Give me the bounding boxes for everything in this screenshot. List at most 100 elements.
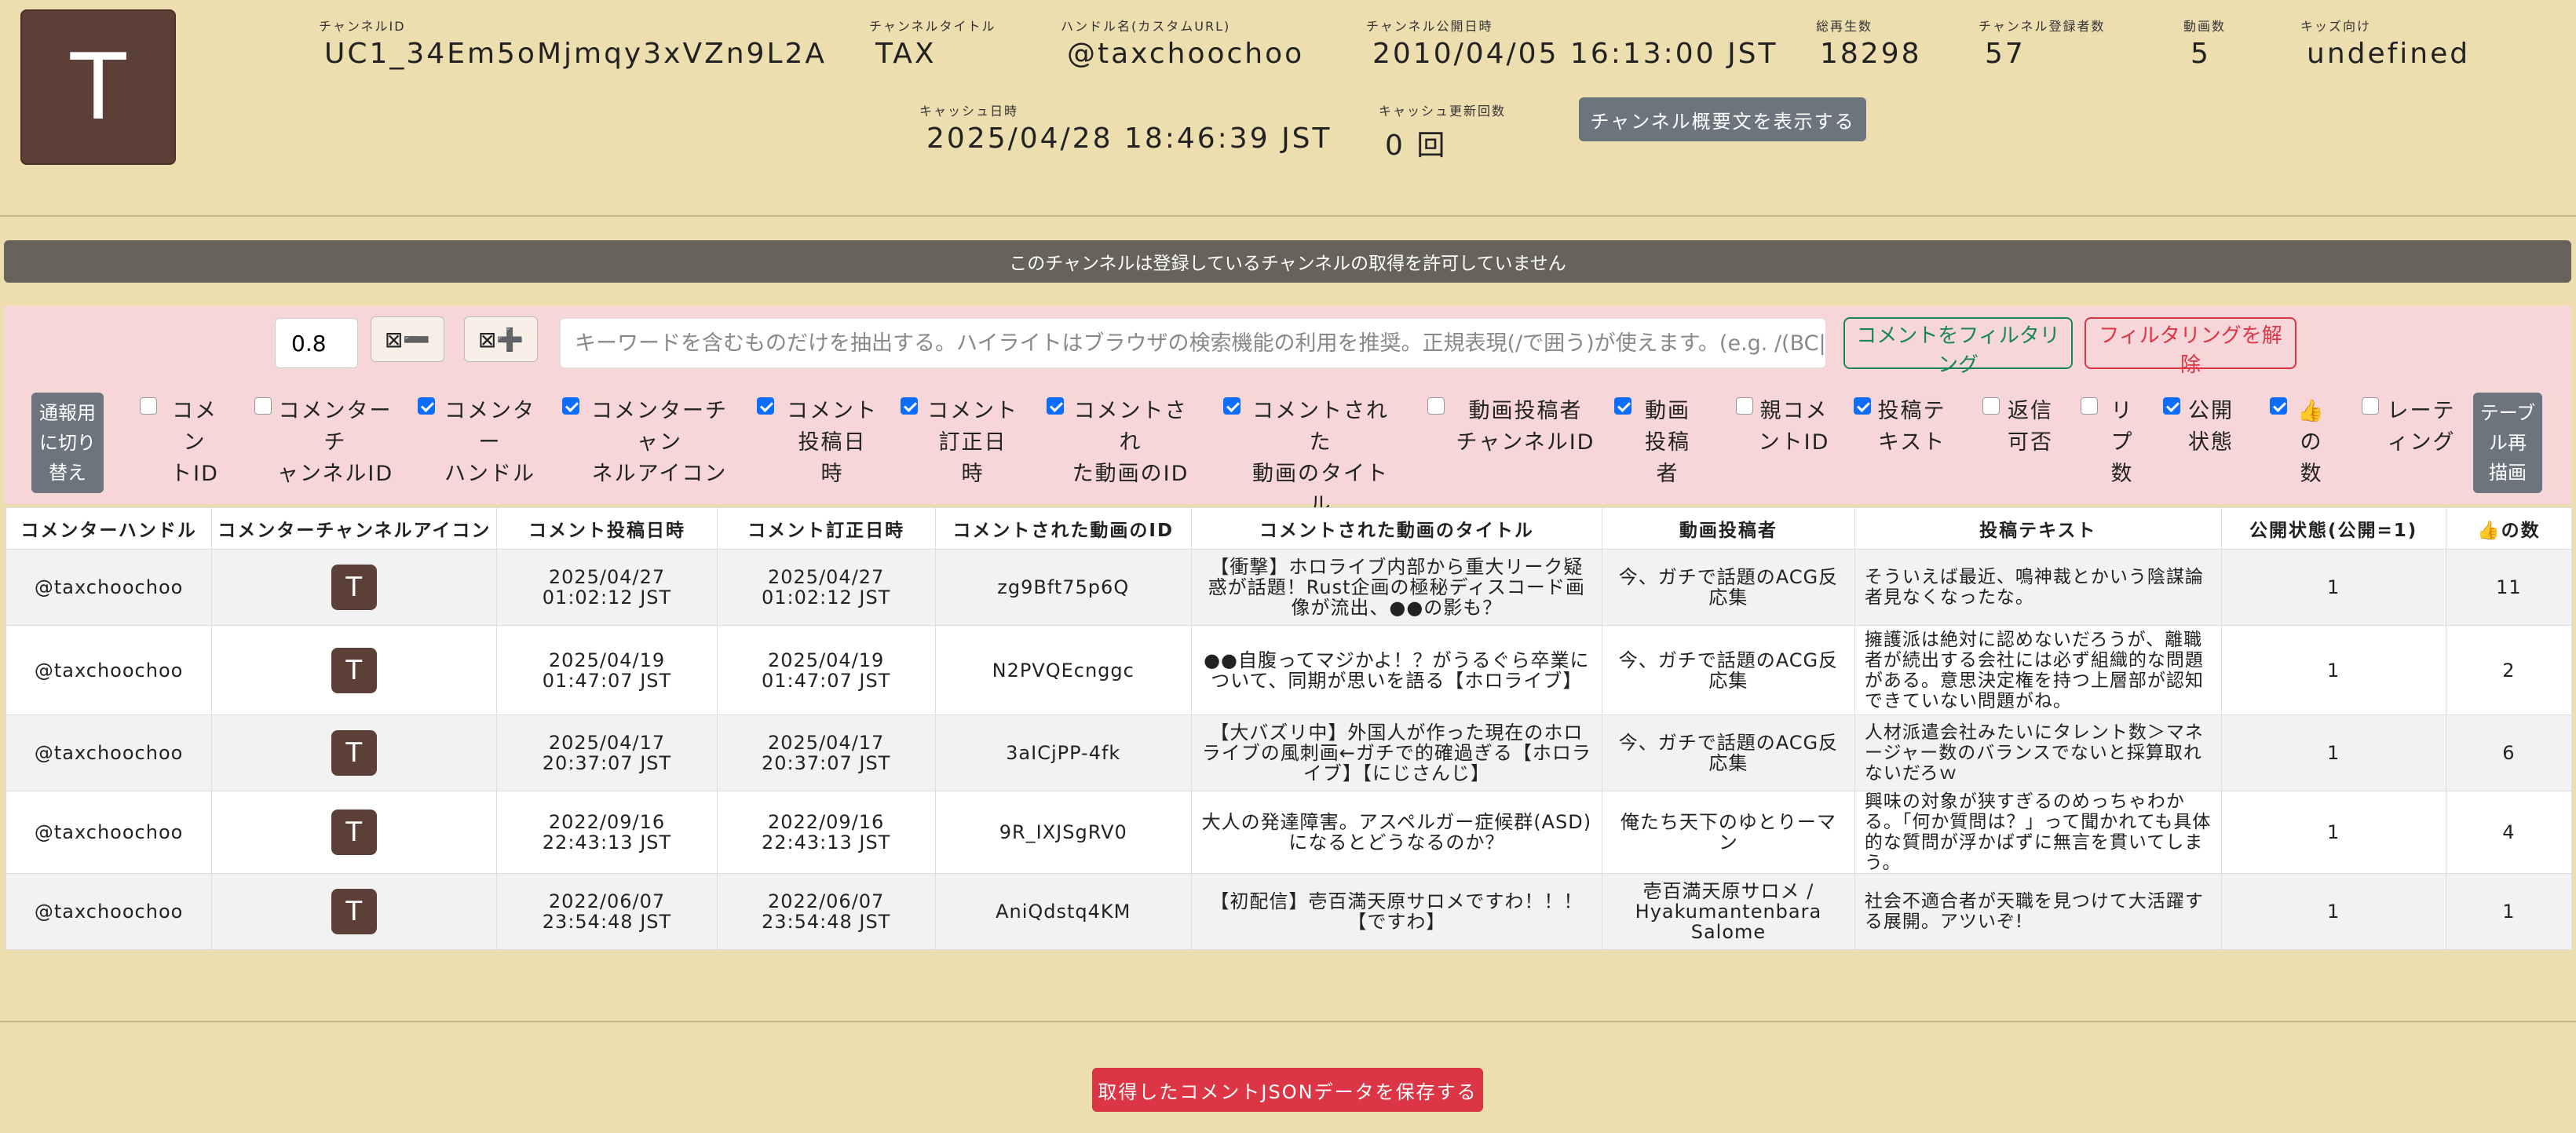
column-checkbox[interactable] (140, 397, 157, 415)
column-toggle-label: コメントされ た動画のID (1072, 399, 1189, 486)
table-header-row: コメンターハンドル コメンターチャンネルアイコン コメント投稿日時 コメント訂正日時コ… (5, 507, 2573, 550)
column-header[interactable]: コメンターチャンネルアイコン (211, 507, 498, 550)
column-header[interactable]: 動画投稿者 (1601, 507, 1855, 550)
column-checkbox[interactable] (1223, 397, 1240, 415)
posted-at-cell: 2025/04/27 01:02:12 JST (496, 549, 718, 626)
zoom-in-button[interactable]: ⊠➕ (464, 316, 538, 362)
zoom-out-button[interactable]: ⊠➖ (371, 316, 444, 362)
published-label: チャンネル公開日時 (1366, 19, 1493, 34)
commenter-handle-cell: @taxchoochoo (5, 791, 213, 874)
commenter-icon-cell: T (211, 715, 498, 791)
uploader-cell: 今、ガチで話題のACG反応集 (1601, 625, 1855, 715)
column-checkbox[interactable] (1047, 397, 1064, 415)
column-toggle-label: コメン トID (170, 399, 219, 486)
column-header[interactable]: 公開状態(公開=1) (2220, 507, 2446, 550)
posted-at-cell: 2022/09/16 22:43:13 JST (496, 791, 718, 874)
divider (0, 1021, 2576, 1022)
column-checkbox[interactable] (1736, 397, 1753, 415)
table-body: @taxchoochoo T 2025/04/27 01:02:12 JST 2025… (5, 549, 2573, 950)
keyword-filter-input[interactable] (560, 318, 1826, 368)
video-title-cell: 【大バズリ中】外国人が作った現在のホロライブの風刺画←ガチで的確過ぎる【ホロライ… (1190, 715, 1602, 791)
filter-comments-button[interactable]: コメントをフィルタリング (1843, 317, 2073, 377)
column-checkbox[interactable] (562, 397, 579, 415)
commenter-handle-cell: @taxchoochoo (5, 873, 213, 950)
cache-count-label: キャッシュ更新回数 (1379, 104, 1507, 119)
column-header[interactable]: コメントされた動画のID (934, 507, 1192, 550)
table-row: @taxchoochoo T 2022/09/16 22:43:13 JST 2022… (5, 791, 2573, 874)
cache-time-label: キャッシュ日時 (919, 104, 1019, 119)
column-checkbox[interactable] (1982, 397, 2000, 415)
column-toggle-label: リ プ 数 (2110, 399, 2134, 486)
clear-filter-button[interactable]: フィルタリングを解除 (2085, 317, 2296, 377)
save-json-button[interactable]: 取得したコメントJSONデータを保存する (1092, 1068, 1483, 1112)
channel-title-value: TAX (875, 38, 937, 70)
commenter-handle-cell: @taxchoochoo (5, 625, 213, 715)
column-checkbox[interactable] (1427, 397, 1445, 415)
column-checkbox[interactable] (757, 397, 774, 415)
column-toggle-label: 動画 投稿 者 (1645, 399, 1690, 486)
column-checkbox[interactable] (2081, 397, 2098, 415)
posted-at-cell: 2022/06/07 23:54:48 JST (496, 873, 718, 950)
video-id-cell: 9R_IXJSgRV0 (934, 791, 1192, 874)
show-description-button[interactable]: チャンネル概要文を表示する (1579, 97, 1866, 141)
table-row: @taxchoochoo T 2025/04/19 01:47:07 JST 2025… (5, 625, 2573, 715)
video-id-cell: 3aICjPP-4fk (934, 715, 1192, 791)
video-count-label: 動画数 (2183, 19, 2227, 34)
redraw-table-button[interactable]: テーブ ル再 描画 (2473, 393, 2542, 493)
posted-at-cell: 2025/04/19 01:47:07 JST (496, 625, 718, 715)
commenter-icon-cell: T (211, 791, 498, 874)
uploader-cell: 今、ガチで話題のACG反応集 (1601, 715, 1855, 791)
edited-at-cell: 2025/04/27 01:02:12 JST (716, 549, 936, 626)
column-toggle-label: 返信 可否 (2008, 399, 2053, 455)
column-header[interactable]: 投稿テキスト (1854, 507, 2222, 550)
column-toggle-label: コメントされた 動画のタイトル (1252, 399, 1389, 517)
column-checkbox[interactable] (2163, 397, 2180, 415)
video-count-value: 5 (2191, 38, 2211, 70)
column-header[interactable]: コメントされた動画のタイトル (1190, 507, 1602, 550)
column-header[interactable]: コメンターハンドル (5, 507, 213, 550)
video-title-cell: 【衝撃】ホロライブ内部から重大リーク疑惑が話題！Rust企画の極秘ディスコード画… (1190, 549, 1602, 626)
commenter-avatar: T (331, 810, 378, 855)
column-toggle-label: コメント 訂正日 時 (927, 399, 1018, 486)
channel-avatar: T (20, 9, 176, 165)
like-count-cell: 2 (2445, 625, 2573, 715)
column-checkbox[interactable] (254, 397, 272, 415)
edited-at-cell: 2025/04/17 20:37:07 JST (716, 715, 936, 791)
column-toggle-label: 公開 状態 (2188, 399, 2234, 455)
column-checkbox[interactable] (2362, 397, 2379, 415)
video-id-cell: N2PVQEcnggc (934, 625, 1192, 715)
uploader-cell: 俺たち天下のゆとりーマン (1601, 791, 1855, 874)
column-header[interactable]: コメント訂正日時 (716, 507, 936, 550)
commenter-avatar: T (331, 889, 378, 934)
report-mode-toggle-button[interactable]: 通報用 に切り 替え (31, 393, 104, 493)
edited-at-cell: 2022/09/16 22:43:13 JST (716, 791, 936, 874)
handle-label: ハンドル名(カスタムURL) (1061, 19, 1231, 34)
kids-label: キッズ向け (2300, 19, 2372, 34)
column-checkbox[interactable] (901, 397, 918, 415)
column-checkbox[interactable] (1614, 397, 1631, 415)
ratio-input[interactable] (275, 318, 358, 368)
column-checkbox[interactable] (418, 397, 435, 415)
column-toggle-label: 動画投稿者 チャンネルID (1456, 399, 1595, 455)
edited-at-cell: 2025/04/19 01:47:07 JST (716, 625, 936, 715)
kids-value: undefined (2307, 38, 2471, 70)
total-views-label: 総再生数 (1816, 19, 1873, 34)
divider (0, 215, 2576, 217)
table-row: @taxchoochoo T 2022/06/07 23:54:48 JST 2022… (5, 873, 2573, 950)
column-toggle-label: 投稿テ キスト (1877, 399, 1946, 455)
commenter-handle-cell: @taxchoochoo (5, 715, 213, 791)
like-count-cell: 6 (2445, 715, 2573, 791)
channel-id-value: UC1_34Em5oMjmqy3xVZn9L2A (324, 38, 828, 70)
handle-value: @taxchoochoo (1067, 38, 1305, 70)
public-status-cell: 1 (2220, 873, 2446, 950)
public-status-cell: 1 (2220, 715, 2446, 791)
column-header[interactable]: 👍の数 (2445, 507, 2573, 550)
column-toggle-label: コメンターチャン ネルアイコン (591, 399, 728, 486)
comment-text-cell: 興味の対象が狭すぎるのめっちゃわかる。「何か質問は？」って聞かれても具体的な質問… (1854, 791, 2222, 874)
total-views-value: 18298 (1820, 38, 1922, 70)
column-header[interactable]: コメント投稿日時 (496, 507, 718, 550)
column-checkbox[interactable] (1854, 397, 1871, 415)
subscribers-value: 57 (1985, 38, 2026, 70)
column-checkbox[interactable] (2270, 397, 2287, 415)
commenter-avatar: T (331, 730, 378, 776)
